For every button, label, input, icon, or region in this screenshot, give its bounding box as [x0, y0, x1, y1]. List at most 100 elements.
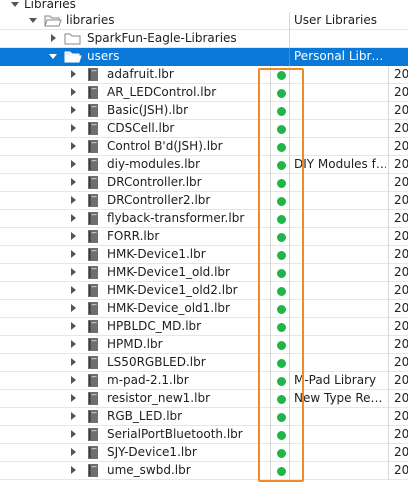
column-divider	[388, 138, 389, 156]
tree-row-library-file[interactable]: m-pad-2.1.lbr M-Pad Library 20	[0, 372, 408, 390]
tree-row-library-file[interactable]: HMK-Device1_old.lbr 20	[0, 264, 408, 282]
expand-arrow-icon[interactable]	[68, 87, 78, 97]
tree-row-library-file[interactable]: adafruit.lbr 20	[0, 66, 408, 84]
tree-label: CDSCell.lbr	[107, 121, 175, 135]
tree-column-value: 20	[394, 391, 408, 405]
expand-arrow-icon[interactable]	[68, 267, 78, 277]
folder-icon	[64, 33, 81, 45]
library-tree[interactable]: Libraries libraries User Libraries Spark…	[0, 0, 408, 484]
expand-arrow-icon[interactable]	[68, 447, 78, 457]
tree-row-libraries[interactable]: libraries User Libraries	[0, 12, 408, 30]
collapse-arrow-icon[interactable]	[10, 0, 20, 9]
tree-label: adafruit.lbr	[107, 67, 174, 81]
tree-row-library-file[interactable]: HMK-Device1.lbr 20	[0, 246, 408, 264]
tree-row-library-file[interactable]: LS50RGBLED.lbr 20	[0, 354, 408, 372]
column-divider	[270, 426, 271, 444]
tree-row-library-file[interactable]: CDSCell.lbr 20	[0, 120, 408, 138]
tree-row-library-file[interactable]: HMK-Device1_old2.lbr 20	[0, 282, 408, 300]
expand-arrow-icon[interactable]	[68, 231, 78, 241]
tree-column-value: 20	[394, 67, 408, 81]
expand-arrow-icon[interactable]	[68, 429, 78, 439]
expand-arrow-icon[interactable]	[68, 177, 78, 187]
tree-row-library-file[interactable]: ume_swbd.lbr 20	[0, 462, 408, 480]
status-dot-icon	[277, 215, 286, 224]
tree-column-value: 20	[394, 409, 408, 423]
column-divider	[289, 84, 290, 102]
status-dot-icon	[277, 323, 286, 332]
tree-label: HPBLDC_MD.lbr	[107, 319, 202, 333]
expand-arrow-icon[interactable]	[68, 249, 78, 259]
tree-row-library-file[interactable]: RGB_LED.lbr 20	[0, 408, 408, 426]
column-divider	[270, 84, 271, 102]
expand-arrow-icon[interactable]	[68, 339, 78, 349]
status-dot-icon	[277, 71, 286, 80]
column-divider	[289, 372, 290, 390]
tree-row-library-file[interactable]: SJY-Device1.lbr 20	[0, 444, 408, 462]
column-divider	[388, 264, 389, 282]
tree-row-library-file[interactable]: FORR.lbr 20	[0, 228, 408, 246]
tree-row-library-file[interactable]: Control B'd(JSH).lbr 20	[0, 138, 408, 156]
tree-row-library-file[interactable]: DRController2.lbr 20	[0, 192, 408, 210]
column-divider	[388, 192, 389, 210]
library-book-icon	[88, 392, 98, 405]
tree-label: users	[87, 49, 120, 63]
tree-row-library-file[interactable]: flyback-transformer.lbr 20	[0, 210, 408, 228]
expand-arrow-icon[interactable]	[68, 321, 78, 331]
column-divider	[270, 354, 271, 372]
expand-arrow-icon[interactable]	[68, 303, 78, 313]
expand-arrow-icon[interactable]	[68, 159, 78, 169]
column-divider	[289, 192, 290, 210]
expand-arrow-icon[interactable]	[68, 465, 78, 475]
expand-arrow-icon[interactable]	[68, 213, 78, 223]
column-divider	[388, 228, 389, 246]
column-divider	[388, 444, 389, 462]
library-book-icon	[88, 86, 98, 99]
expand-arrow-icon[interactable]	[68, 195, 78, 205]
library-book-icon	[88, 158, 98, 171]
tree-row-library-file[interactable]: HMK-Device_old1.lbr 20	[0, 300, 408, 318]
expand-arrow-icon[interactable]	[68, 69, 78, 79]
tree-description: M-Pad Library	[294, 373, 377, 387]
tree-row-library-file[interactable]: DRController.lbr 20	[0, 174, 408, 192]
tree-row-library-file[interactable]: diy-modules.lbr DIY Modules f… 20	[0, 156, 408, 174]
tree-row-sparkfun[interactable]: SparkFun-Eagle-Libraries	[0, 30, 408, 48]
tree-column-value: 20	[394, 103, 408, 117]
tree-row-library-file[interactable]: resistor_new1.lbr New Type Re… 20	[0, 390, 408, 408]
tree-row-library-file[interactable]: HPBLDC_MD.lbr 20	[0, 318, 408, 336]
library-book-icon	[88, 212, 98, 225]
expand-arrow-icon[interactable]	[68, 357, 78, 367]
expand-arrow-icon[interactable]	[68, 105, 78, 115]
column-divider	[270, 66, 271, 84]
library-book-icon	[88, 194, 98, 207]
tree-row-library-file[interactable]: SerialPortBluetooth.lbr 20	[0, 426, 408, 444]
tree-row-users[interactable]: users Personal Libr…	[0, 48, 408, 66]
expand-arrow-icon[interactable]	[68, 123, 78, 133]
column-divider	[388, 318, 389, 336]
tree-label: m-pad-2.1.lbr	[107, 373, 189, 387]
tree-label: resistor_new1.lbr	[107, 391, 211, 405]
library-book-icon	[88, 446, 98, 459]
column-divider	[289, 138, 290, 156]
column-divider	[270, 336, 271, 354]
expand-arrow-icon[interactable]	[68, 375, 78, 385]
tree-row-library-file[interactable]: Basic(JSH).lbr 20	[0, 102, 408, 120]
tree-column-value: 20	[394, 463, 408, 477]
expand-arrow-icon[interactable]	[68, 411, 78, 421]
tree-row-library-file[interactable]: HPMD.lbr 20	[0, 336, 408, 354]
expand-arrow-icon[interactable]	[48, 33, 58, 43]
tree-row-library-file[interactable]: AR_LEDControl.lbr 20	[0, 84, 408, 102]
tree-label: RGB_LED.lbr	[107, 409, 183, 423]
status-dot-icon	[277, 449, 286, 458]
library-book-icon	[88, 284, 98, 297]
collapse-arrow-icon[interactable]	[28, 15, 38, 25]
library-book-icon	[88, 410, 98, 423]
library-book-icon	[88, 248, 98, 261]
column-divider	[289, 444, 290, 462]
tree-column-value: 20	[394, 373, 408, 387]
status-dot-icon	[277, 161, 286, 170]
expand-arrow-icon[interactable]	[68, 393, 78, 403]
expand-arrow-icon[interactable]	[68, 141, 78, 151]
expand-arrow-icon[interactable]	[68, 285, 78, 295]
column-divider	[388, 336, 389, 354]
collapse-arrow-icon[interactable]	[48, 51, 58, 61]
